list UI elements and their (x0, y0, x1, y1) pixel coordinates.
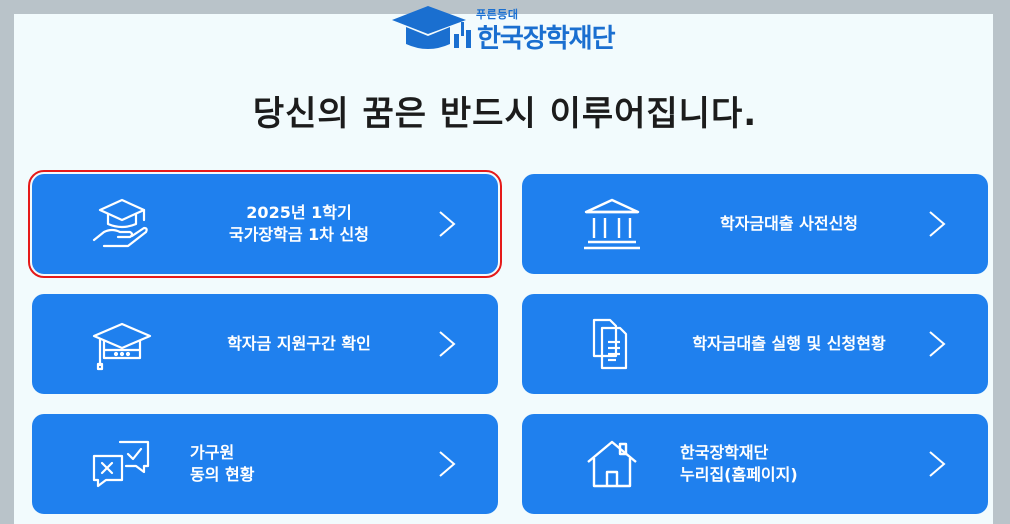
chat-check-icon (90, 436, 154, 492)
logo[interactable]: 푸른등대 한국장학재단 (384, 0, 644, 60)
card-label-line1: 가구원 (190, 443, 235, 462)
graduation-cap-logo-icon (392, 6, 471, 49)
chevron-right-icon (438, 450, 456, 478)
card-label: 학자금대출 실행 및 신청현황 (660, 294, 918, 394)
page-headline: 당신의 꿈은 반드시 이루어집니다. (252, 94, 758, 134)
card-label-line1: 학자금대출 실행 및 신청현황 (692, 334, 886, 353)
card-support-bracket[interactable]: 학자금 지원구간 확인 (32, 294, 498, 394)
card-label: 학자금대출 사전신청 (660, 174, 918, 274)
chevron-right-icon (438, 330, 456, 358)
card-label-line2: 누리집(홈페이지) (680, 465, 798, 484)
card-loan-preapplication[interactable]: 학자금대출 사전신청 (522, 174, 988, 274)
card-national-scholarship[interactable]: 2025년 1학기 국가장학금 1차 신청 (28, 170, 502, 278)
graduation-cap-icon (90, 316, 154, 372)
card-homepage[interactable]: 한국장학재단 누리집(홈페이지) (522, 414, 988, 514)
card-label-line2: 국가장학금 1차 신청 (228, 225, 370, 244)
card-label-line1: 2025년 1학기 (246, 203, 352, 222)
card-label: 학자금 지원구간 확인 (170, 294, 428, 394)
logo-name: 한국장학재단 (477, 24, 616, 54)
house-icon (580, 436, 644, 492)
card-label-line1: 학자금대출 사전신청 (719, 214, 859, 233)
card-label-line2: 동의 현황 (190, 465, 255, 484)
card-label: 한국장학재단 누리집(홈페이지) (680, 414, 918, 514)
chevron-right-icon (928, 450, 946, 478)
chevron-right-icon (438, 210, 456, 238)
chevron-right-icon (928, 210, 946, 238)
card-label: 가구원 동의 현황 (190, 414, 428, 514)
graduation-hand-icon (90, 196, 154, 252)
documents-icon (580, 316, 644, 372)
card-loan-status[interactable]: 학자금대출 실행 및 신청현황 (522, 294, 988, 394)
card-label: 2025년 1학기 국가장학금 1차 신청 (170, 174, 428, 274)
card-label-line1: 학자금 지원구간 확인 (227, 334, 371, 353)
card-household-consent[interactable]: 가구원 동의 현황 (32, 414, 498, 514)
bank-building-icon (580, 196, 644, 252)
card-label-line1: 한국장학재단 (680, 443, 769, 462)
chevron-right-icon (928, 330, 946, 358)
